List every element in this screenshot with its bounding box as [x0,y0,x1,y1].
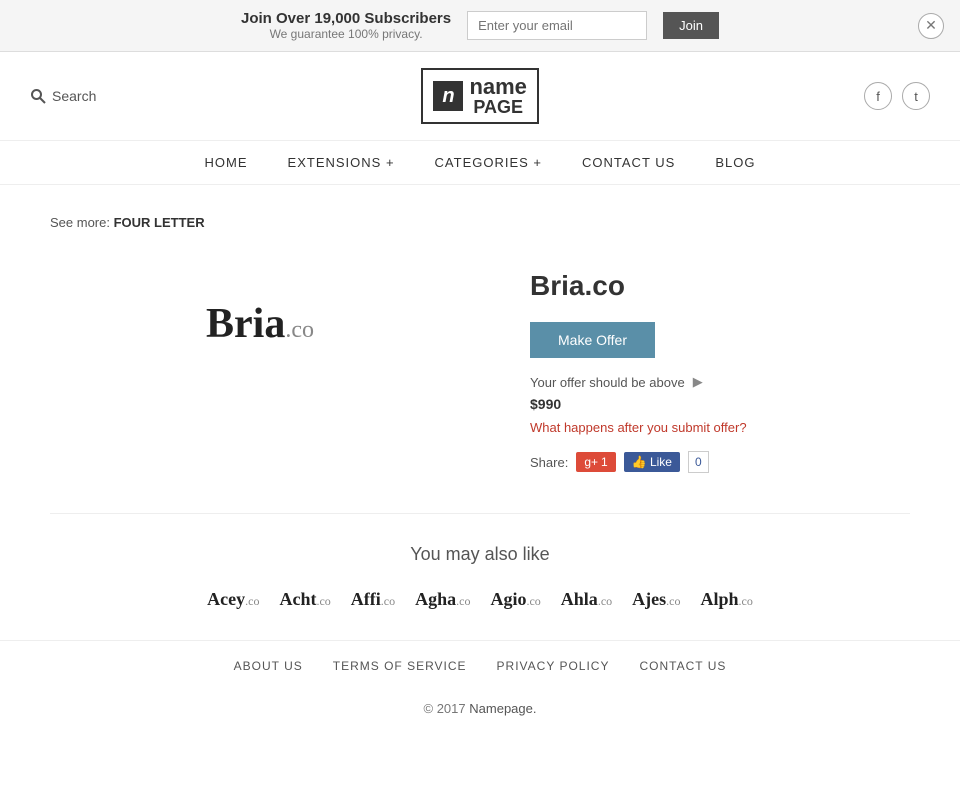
banner-title: Join Over 19,000 Subscribers [241,10,451,27]
also-like-section: You may also like Acey.coAcht.coAffi.coA… [50,513,910,610]
domain-info: Bria.co Make Offer Your offer should be … [530,260,910,473]
footer-copy: © 2017 Namepage. [0,691,960,736]
list-item[interactable]: Agha.co [415,589,470,610]
main-content: See more: FOUR LETTER Bria.co Bria.co Ma… [30,215,930,610]
share-label: Share: [530,455,568,470]
footer-link-about[interactable]: ABOUT US [234,659,303,673]
logo-text: name PAGE [469,76,526,116]
search-label: Search [52,88,96,104]
domain-logo-text: Bria.co [206,300,314,348]
list-item[interactable]: Affi.co [351,589,395,610]
domain-logo-area: Bria.co [50,260,470,388]
list-item[interactable]: Alph.co [700,589,752,610]
close-banner-button[interactable]: ✕ [918,13,944,39]
copyright-year: © 2017 [424,701,466,716]
four-letter-link[interactable]: FOUR LETTER [114,215,205,230]
domain-display: Bria.co Bria.co Make Offer Your offer sh… [50,260,910,473]
footer-link-privacy[interactable]: PRIVACY POLICY [497,659,610,673]
list-item[interactable]: Ahla.co [561,589,612,610]
logo[interactable]: n name PAGE [421,68,538,124]
list-item[interactable]: Agio.co [490,589,540,610]
offer-note: Your offer should be above ▶ [530,374,910,390]
make-offer-button[interactable]: Make Offer [530,322,655,358]
nav-categories[interactable]: CATEGORIES + [435,155,542,170]
main-nav: HOME EXTENSIONS + CATEGORIES + CONTACT U… [0,141,960,185]
google-plus-button[interactable]: g+ 1 [576,452,615,472]
fb-like-icon: 👍 Like [632,455,672,469]
facebook-like-button[interactable]: 👍 Like [624,452,680,472]
list-item[interactable]: Acey.co [207,589,259,610]
gplus-icon: g+ [584,455,598,469]
twitter-icon[interactable]: t [902,82,930,110]
search-area[interactable]: Search [30,88,96,104]
domain-title: Bria.co [530,270,910,302]
nav-extensions[interactable]: EXTENSIONS + [288,155,395,170]
list-item[interactable]: Acht.co [279,589,330,610]
social-area: f t [864,82,930,110]
footer-links: ABOUT US TERMS OF SERVICE PRIVACY POLICY CO… [0,640,960,691]
logo-box: n name PAGE [421,68,538,124]
top-banner: Join Over 19,000 Subscribers We guarante… [0,0,960,52]
footer-link-contact[interactable]: CONTACT US [639,659,726,673]
logo-n: n [433,81,463,111]
facebook-icon[interactable]: f [864,82,892,110]
also-like-heading: You may also like [50,544,910,565]
share-area: Share: g+ 1 👍 Like 0 [530,451,910,473]
join-button[interactable]: Join [663,12,719,39]
list-item[interactable]: Ajes.co [632,589,680,610]
what-happens-link[interactable]: What happens after you submit offer? [530,420,910,435]
offer-arrow-icon: ▶ [693,374,703,390]
namepage-link[interactable]: Namepage. [469,701,536,716]
domain-list: Acey.co Acht.co Affi.co Agha.co Agio.co Ahla.… [50,589,910,610]
nav-blog[interactable]: BLOG [715,155,755,170]
email-input[interactable] [467,11,647,40]
header: Search n name PAGE f t [0,52,960,141]
footer-link-tos[interactable]: TERMS OF SERVICE [333,659,467,673]
nav-contact[interactable]: CONTACT US [582,155,675,170]
nav-home[interactable]: HOME [205,155,248,170]
search-icon [30,88,46,104]
see-more: See more: FOUR LETTER [50,215,910,230]
offer-price: $990 [530,396,910,412]
banner-text: Join Over 19,000 Subscribers We guarante… [241,10,451,41]
banner-subtitle: We guarantee 100% privacy. [241,27,451,41]
facebook-like-count: 0 [688,451,709,473]
